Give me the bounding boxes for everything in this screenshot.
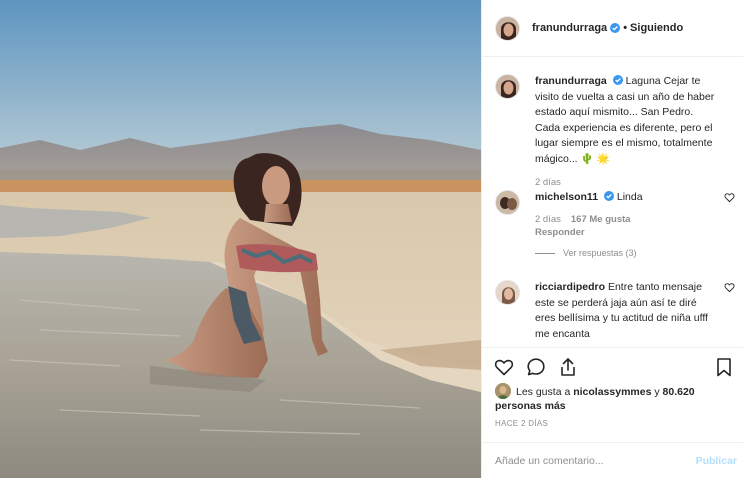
- liker-username[interactable]: nicolassymmes: [573, 386, 651, 398]
- comment-input[interactable]: [495, 452, 685, 470]
- liker-avatar[interactable]: [495, 383, 511, 399]
- commenter-avatar[interactable]: [495, 190, 520, 215]
- verified-badge-icon: [610, 23, 621, 33]
- following-button[interactable]: Siguiendo: [630, 22, 683, 34]
- post-timestamp[interactable]: HACE 2 DÍAS: [495, 419, 548, 428]
- comment-age[interactable]: 2 días: [535, 214, 561, 225]
- post-actions: Les gusta a nicolassymmes y 80.620 perso…: [482, 347, 743, 478]
- likes-prefix: Les gusta a: [516, 386, 574, 398]
- view-replies-button[interactable]: Ver respuestas (3): [535, 246, 715, 262]
- comment-text: Linda: [616, 191, 643, 203]
- author-username[interactable]: franundurraga: [532, 22, 607, 34]
- heart-icon[interactable]: [494, 357, 514, 377]
- view-replies-label: Ver respuestas (3): [563, 247, 637, 258]
- comment-like-heart-icon[interactable]: [724, 192, 735, 203]
- post-sidebar: franundurraga • Siguiendo franundurraga …: [481, 0, 743, 478]
- comment-like-count[interactable]: 167 Me gusta: [571, 214, 631, 225]
- instagram-post-window: franundurraga • Siguiendo franundurraga …: [0, 0, 743, 478]
- likes-connector: y: [651, 386, 663, 398]
- caption-avatar[interactable]: [495, 74, 520, 99]
- reply-button[interactable]: Responder: [535, 227, 585, 238]
- comment-username[interactable]: michelson11: [535, 191, 598, 203]
- publish-button[interactable]: Publicar: [696, 455, 737, 467]
- commenter-avatar[interactable]: [495, 280, 520, 305]
- liker-avatar-image: [495, 383, 511, 399]
- caption-username[interactable]: franundurraga: [535, 75, 607, 87]
- bookmark-icon[interactable]: [714, 357, 734, 377]
- comment-like-heart-icon[interactable]: [724, 282, 735, 293]
- author-avatar[interactable]: [495, 15, 520, 41]
- likes-summary: Les gusta a nicolassymmes y 80.620 perso…: [495, 383, 735, 413]
- caption-avatar-image: [496, 75, 519, 98]
- comment-composer: Publicar: [482, 442, 743, 478]
- post-photo[interactable]: [0, 0, 481, 478]
- comment-body: michelson11 Linda 2 días 167 Me gusta Res…: [535, 190, 715, 261]
- caption-entry: franundurraga Laguna Cejar te visito de …: [495, 74, 735, 189]
- header-separator: •: [623, 22, 628, 34]
- post-header: franundurraga • Siguiendo: [482, 0, 743, 57]
- caption-meta: 2 días: [535, 176, 715, 189]
- commenter-avatar-image: [496, 281, 519, 304]
- verified-badge-icon: [603, 191, 614, 201]
- caption-body: franundurraga Laguna Cejar te visito de …: [535, 74, 715, 189]
- caption-age[interactable]: 2 días: [535, 177, 561, 188]
- comment-entry: michelson11 Linda 2 días 167 Me gusta Res…: [495, 190, 735, 264]
- comments-list: franundurraga Laguna Cejar te visito de …: [482, 58, 743, 346]
- caption-text: Laguna Cejar te visito de vuelta a casi …: [535, 75, 715, 165]
- share-icon[interactable]: [558, 357, 578, 377]
- comment-meta: 2 días 167 Me gusta Responder: [535, 213, 715, 239]
- comment-body: ricciardipedro Entre tanto mensaje este …: [535, 280, 715, 342]
- action-bar: [494, 357, 734, 379]
- replies-divider-line: [535, 252, 555, 254]
- verified-badge-icon: [612, 75, 623, 85]
- commenter-avatar-image: [496, 191, 519, 214]
- lagoon-photo: [0, 0, 481, 478]
- author-avatar-image: [496, 16, 519, 40]
- comment-username[interactable]: ricciardipedro: [535, 281, 605, 293]
- comment-entry: ricciardipedro Entre tanto mensaje este …: [495, 280, 735, 344]
- speech-bubble-icon[interactable]: [526, 357, 546, 377]
